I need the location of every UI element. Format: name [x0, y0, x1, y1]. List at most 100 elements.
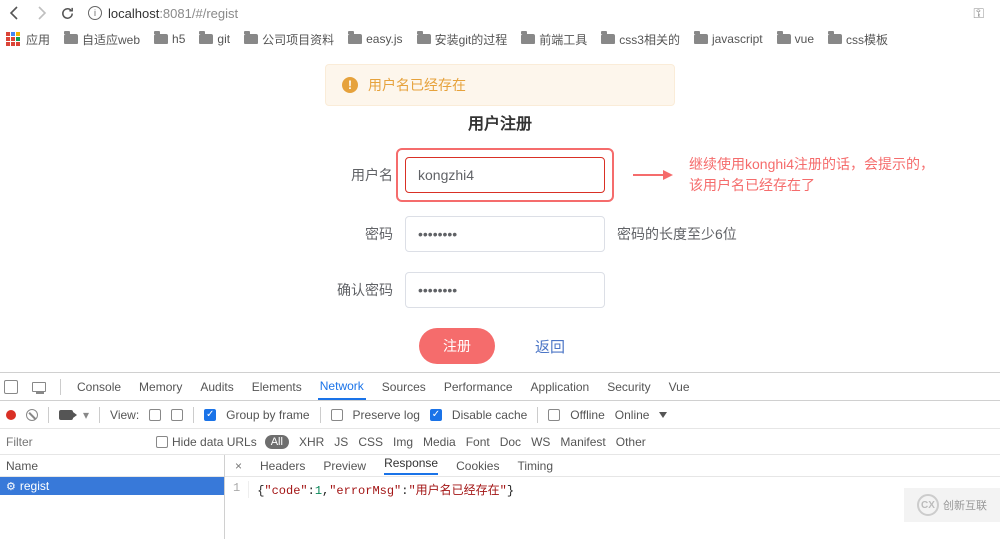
tab-preview[interactable]: Preview	[323, 459, 366, 473]
folder-icon	[601, 34, 615, 44]
exclamation-icon: !	[342, 77, 358, 93]
tab-audits[interactable]: Audits	[198, 373, 235, 400]
devtools-tabs: Console Memory Audits Elements Network S…	[0, 373, 1000, 401]
password-input[interactable]	[405, 216, 605, 252]
group-by-frame-label: Group by frame	[226, 408, 309, 422]
filter-media[interactable]: Media	[423, 435, 456, 449]
clear-button[interactable]	[26, 409, 38, 421]
filter-xhr[interactable]: XHR	[299, 435, 324, 449]
filter-font[interactable]: Font	[466, 435, 490, 449]
form-buttons: 注册 返回	[0, 328, 1000, 364]
page-content: ! 用户名已经存在 用户注册 用户名 继续使用konghi4注册的话，会提示的，…	[0, 52, 1000, 372]
username-input[interactable]	[405, 157, 605, 193]
separator	[320, 407, 321, 423]
tab-response[interactable]: Response	[384, 456, 438, 475]
request-name: regist	[20, 479, 49, 493]
bookmark-item[interactable]: git	[199, 32, 230, 46]
tab-application[interactable]: Application	[529, 373, 592, 400]
record-button[interactable]	[6, 410, 16, 420]
chevron-down-icon[interactable]	[659, 412, 667, 418]
tab-sources[interactable]: Sources	[380, 373, 428, 400]
warning-alert: ! 用户名已经存在	[325, 64, 675, 106]
offline-label: Offline	[570, 408, 604, 422]
close-detail-button[interactable]: ×	[235, 459, 242, 473]
filter-other[interactable]: Other	[616, 435, 646, 449]
submit-button[interactable]: 注册	[419, 328, 495, 364]
group-by-frame-checkbox[interactable]: ✓	[204, 409, 216, 421]
browser-toolbar: i localhost:8081/#/regist ⚿	[0, 0, 1000, 26]
filter-css[interactable]: CSS	[358, 435, 383, 449]
bookmark-item[interactable]: javascript	[694, 32, 763, 46]
folder-icon	[64, 34, 78, 44]
tab-security[interactable]: Security	[605, 373, 652, 400]
bookmark-item[interactable]: vue	[777, 32, 814, 46]
apps-shortcut[interactable]: 应用	[6, 31, 50, 48]
bookmark-item[interactable]: h5	[154, 32, 185, 46]
tab-memory[interactable]: Memory	[137, 373, 184, 400]
tab-network[interactable]: Network	[318, 373, 366, 400]
annotation-text: 继续使用konghi4注册的话，会提示的，该用户名已经存在了	[689, 154, 937, 196]
folder-icon	[199, 34, 213, 44]
hide-data-urls-checkbox[interactable]	[156, 436, 168, 448]
url-host: localhost:8081/#/regist	[108, 6, 238, 21]
disable-cache-checkbox[interactable]: ✓	[430, 409, 442, 421]
screenshot-icon[interactable]	[59, 410, 73, 420]
reload-button[interactable]	[58, 4, 76, 22]
tab-timing[interactable]: Timing	[517, 459, 553, 473]
detail-tabs: × Headers Preview Response Cookies Timin…	[225, 455, 1000, 477]
filter-doc[interactable]: Doc	[500, 435, 521, 449]
bookmarks-bar: 应用 自适应web h5 git 公司项目资料 easy.js 安装git的过程…	[0, 26, 1000, 52]
bookmark-item[interactable]: easy.js	[348, 32, 402, 46]
tab-vue[interactable]: Vue	[667, 373, 692, 400]
inspect-element-icon[interactable]	[4, 380, 18, 394]
throttling-select[interactable]: Online	[615, 408, 650, 422]
bookmark-item[interactable]: css3相关的	[601, 31, 680, 48]
view-small-icon[interactable]	[171, 409, 183, 421]
annotation-arrow	[633, 170, 673, 180]
return-link[interactable]: 返回	[535, 336, 565, 357]
apps-icon	[6, 32, 20, 46]
row-username: 用户名 继续使用konghi4注册的话，会提示的，该用户名已经存在了	[0, 154, 1000, 196]
confirm-input-wrap	[405, 272, 605, 308]
tab-headers[interactable]: Headers	[260, 459, 305, 473]
bookmark-item[interactable]: 安装git的过程	[417, 31, 508, 48]
site-info-icon[interactable]: i	[88, 6, 102, 20]
folder-icon	[348, 34, 362, 44]
offline-checkbox[interactable]	[548, 409, 560, 421]
address-bar[interactable]: i localhost:8081/#/regist	[84, 2, 965, 24]
bookmark-item[interactable]: 前端工具	[521, 31, 587, 48]
folder-icon	[417, 34, 431, 44]
view-large-icon[interactable]	[149, 409, 161, 421]
filter-all[interactable]: All	[265, 435, 289, 449]
label-username: 用户名	[0, 165, 405, 185]
tab-performance[interactable]: Performance	[442, 373, 515, 400]
filter-input[interactable]	[0, 432, 150, 452]
forward-button[interactable]	[32, 4, 50, 22]
filter-js[interactable]: JS	[334, 435, 348, 449]
password-input-wrap	[405, 216, 605, 252]
filter-manifest[interactable]: Manifest	[560, 435, 605, 449]
separator	[537, 407, 538, 423]
bookmark-item[interactable]: 公司项目资料	[244, 31, 334, 48]
tab-cookies[interactable]: Cookies	[456, 459, 499, 473]
separator	[60, 379, 61, 395]
response-body[interactable]: 1 {"code":1,"errorMsg":"用户名已经存在"}	[225, 477, 1000, 502]
password-hint: 密码的长度至少6位	[617, 224, 737, 244]
back-button[interactable]	[6, 4, 24, 22]
confirm-input[interactable]	[405, 272, 605, 308]
folder-icon	[828, 34, 842, 44]
device-toolbar-icon[interactable]	[32, 382, 46, 392]
filter-icon[interactable]: ▾	[83, 408, 89, 422]
bookmark-item[interactable]: 自适应web	[64, 31, 140, 48]
preserve-log-checkbox[interactable]	[331, 409, 343, 421]
row-password: 密码 密码的长度至少6位	[0, 216, 1000, 252]
filter-img[interactable]: Img	[393, 435, 413, 449]
tab-elements[interactable]: Elements	[250, 373, 304, 400]
username-input-wrap	[405, 157, 605, 193]
tab-console[interactable]: Console	[75, 373, 123, 400]
saved-password-icon[interactable]: ⚿	[973, 5, 994, 22]
bookmark-item[interactable]: css模板	[828, 31, 888, 48]
request-row[interactable]: ⚙ regist	[0, 477, 224, 495]
watermark: CX 创新互联	[904, 488, 1000, 522]
filter-ws[interactable]: WS	[531, 435, 550, 449]
